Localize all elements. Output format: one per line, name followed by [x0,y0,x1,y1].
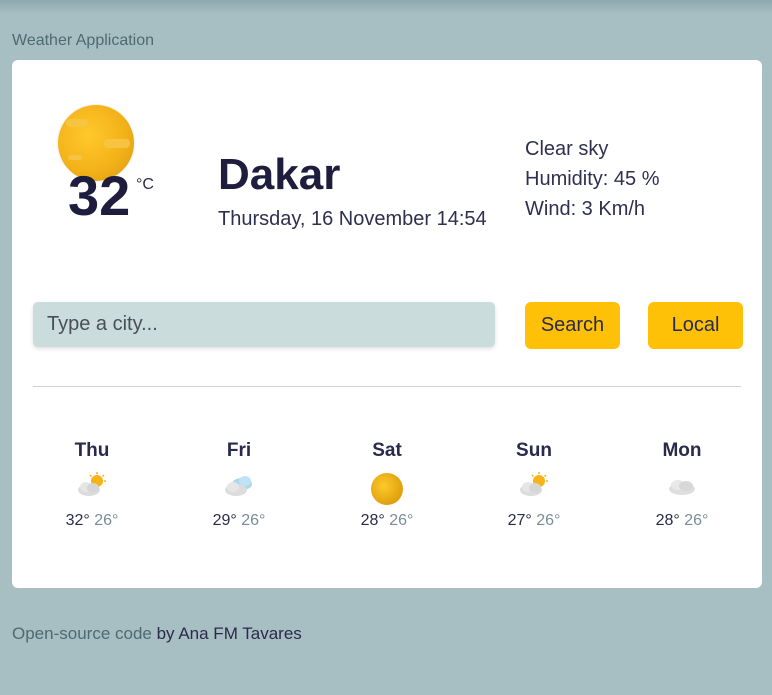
forecast-day-name: Mon [662,440,702,461]
forecast-temps: 29° 26° [189,512,289,530]
forecast-day-name: Fri [226,440,252,461]
forecast-min: 26° [684,512,709,529]
partly-cloudy-icon [484,472,584,506]
forecast-max: 32° [65,512,90,529]
search-button[interactable]: Search [525,302,620,349]
source-code-link[interactable]: Open-source code [12,624,152,643]
forecast-temps: 28° 26° [337,512,437,530]
top-shade [0,0,772,14]
forecast-min: 26° [94,512,119,529]
footer: Open-source code by Ana FM Tavares [12,624,302,644]
forecast-max: 29° [212,512,237,529]
forecast-day-name: Thu [74,440,110,461]
app-title: Weather Application [12,32,155,49]
forecast-max: 28° [360,512,385,529]
local-button[interactable]: Local [648,302,743,349]
forecast-max: 27° [507,512,532,529]
cloudy-blue-icon [189,472,289,506]
forecast-day: Sun 27° 26° [484,440,584,530]
forecast-day-name: Sat [372,440,402,461]
forecast-temps: 27° 26° [484,512,584,530]
divider [33,386,741,387]
forecast-min: 26° [241,512,266,529]
forecast-temps: 32° 26° [42,512,142,530]
weather-description: Clear sky [525,138,609,160]
forecast-min: 26° [536,512,561,529]
weather-details: Clear sky Humidity: 45 % Wind: 3 Km/h [525,134,660,224]
current-datetime: Thursday, 16 November 14:54 [218,208,487,230]
sun-icon [337,472,437,506]
cloud-icon [632,472,732,506]
temperature-unit: °C [136,176,154,193]
forecast-temps: 28° 26° [632,512,732,530]
forecast-day: Mon 28° 26° [632,440,732,530]
forecast-day: Fri 29° 26° [189,440,289,530]
forecast-day-name: Sun [516,440,552,461]
forecast-day: Sat 28° 26° [337,440,437,530]
weather-card: 32 °C Dakar Thursday, 16 November 14:54 … [12,60,762,588]
wind: Wind: 3 Km/h [525,198,646,220]
forecast: Thu 32° 26° Fri 29° 26° Sat 28° 26° Sun … [12,440,762,550]
forecast-min: 26° [389,512,414,529]
forecast-max: 28° [655,512,680,529]
partly-cloudy-icon [42,472,142,506]
footer-author: by Ana FM Tavares [151,624,302,643]
current-temperature: 32 [68,164,131,227]
city-search-input[interactable] [33,302,495,347]
humidity: Humidity: 45 % [525,168,660,190]
forecast-day: Thu 32° 26° [42,440,142,530]
city-name: Dakar [218,150,341,199]
